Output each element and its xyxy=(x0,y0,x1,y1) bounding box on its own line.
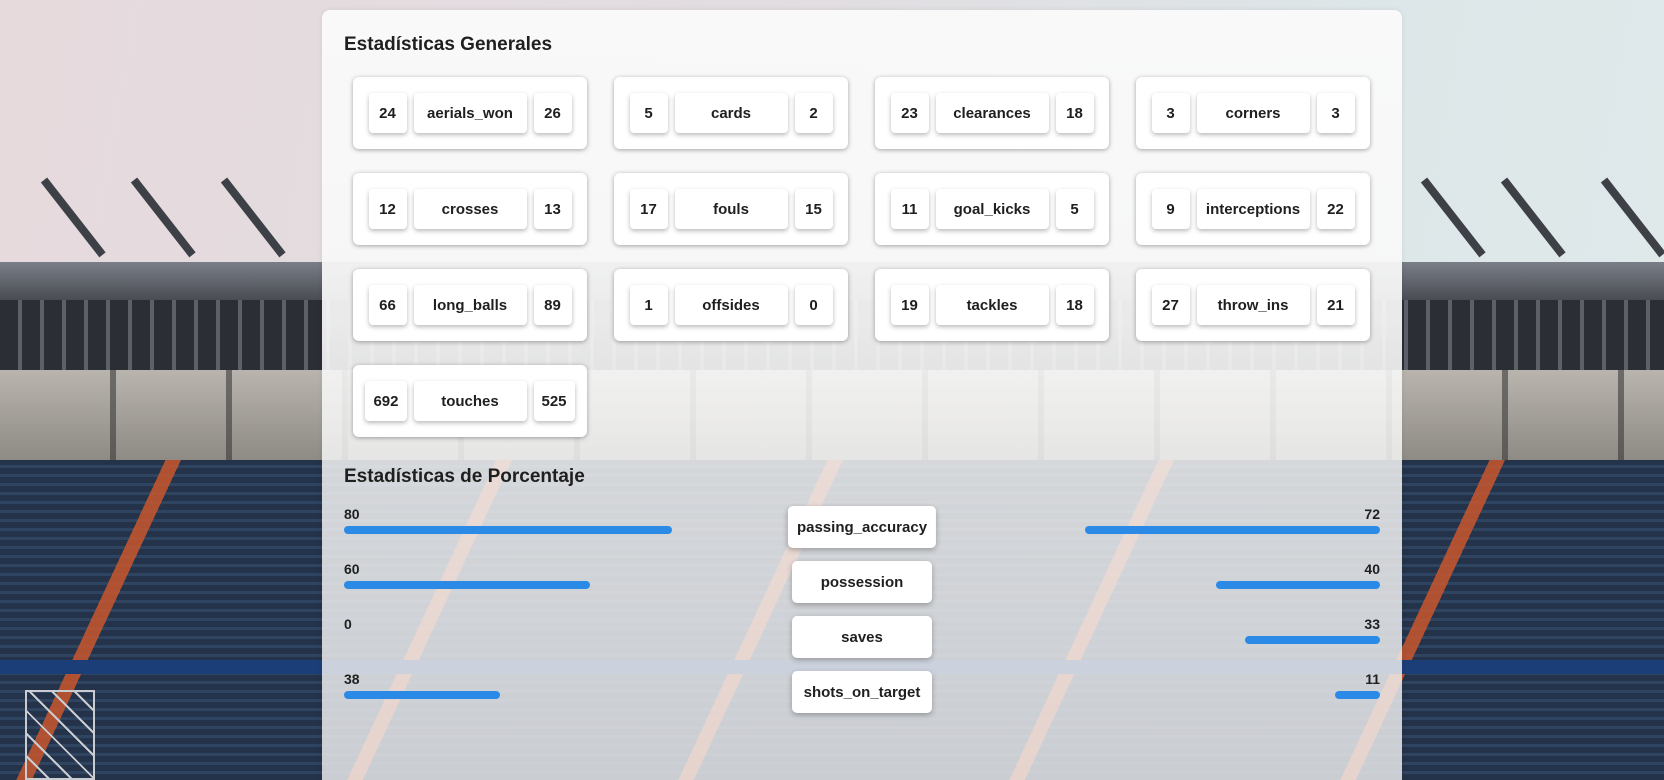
stat-label: goal_kicks xyxy=(935,189,1049,229)
stat-label: cards xyxy=(674,93,788,133)
stat-label: tackles xyxy=(935,285,1049,325)
home-value: 66 xyxy=(368,285,407,325)
home-percentage-bar xyxy=(344,691,500,699)
away-percentage-value: 33 xyxy=(1364,616,1380,632)
away-value: 22 xyxy=(1316,189,1355,229)
away-value: 15 xyxy=(794,189,833,229)
stat-label: corners xyxy=(1196,93,1310,133)
stat-card-fouls: 17 fouls 15 xyxy=(614,173,848,245)
pct-row-shots-on-target: 38 11 shots_on_target xyxy=(344,671,1380,715)
away-value: 21 xyxy=(1316,285,1355,325)
stats-panel: Estadísticas Generales 24 aerials_won 26 5 c… xyxy=(322,10,1402,780)
away-value: 89 xyxy=(533,285,572,325)
home-value: 24 xyxy=(368,93,407,133)
away-percentage-bar xyxy=(1334,691,1380,699)
percentage-stats-title: Estadísticas de Porcentaje xyxy=(344,466,585,487)
home-percentage-value: 0 xyxy=(344,616,352,632)
stat-card-tackles: 19 tackles 18 xyxy=(875,269,1109,341)
stat-label: touches xyxy=(413,381,527,421)
away-value: 0 xyxy=(794,285,833,325)
general-stats-grid: 24 aerials_won 26 5 cards 2 23 clearances 18 3 cor… xyxy=(353,77,1370,437)
home-value: 12 xyxy=(368,189,407,229)
stat-card-corners: 3 corners 3 xyxy=(1136,77,1370,149)
away-value: 5 xyxy=(1055,189,1094,229)
home-value: 692 xyxy=(365,381,407,421)
home-percentage-bar xyxy=(344,526,672,534)
away-percentage-bar xyxy=(1244,636,1380,644)
away-value: 18 xyxy=(1055,285,1094,325)
home-value: 11 xyxy=(890,189,929,229)
pct-row-possession: 60 40 possession xyxy=(344,561,1380,605)
home-value: 23 xyxy=(890,93,929,133)
stat-card-crosses: 12 crosses 13 xyxy=(353,173,587,245)
home-value: 19 xyxy=(890,285,929,325)
stat-label: offsides xyxy=(674,285,788,325)
stat-label: aerials_won xyxy=(413,93,527,133)
away-value: 2 xyxy=(794,93,833,133)
percentage-stat-label: saves xyxy=(792,616,932,658)
percentage-stat-label: possession xyxy=(792,561,932,603)
stat-card-aerials-won: 24 aerials_won 26 xyxy=(353,77,587,149)
stat-card-long-balls: 66 long_balls 89 xyxy=(353,269,587,341)
stat-label: long_balls xyxy=(413,285,527,325)
away-percentage-value: 72 xyxy=(1364,506,1380,522)
home-value: 17 xyxy=(629,189,668,229)
home-percentage-value: 60 xyxy=(344,561,360,577)
stat-card-cards: 5 cards 2 xyxy=(614,77,848,149)
stat-card-interceptions: 9 interceptions 22 xyxy=(1136,173,1370,245)
away-value: 13 xyxy=(533,189,572,229)
stat-label: interceptions xyxy=(1196,189,1310,229)
stat-card-clearances: 23 clearances 18 xyxy=(875,77,1109,149)
scaffold xyxy=(25,690,95,780)
home-percentage-bar xyxy=(344,581,590,589)
home-percentage-value: 38 xyxy=(344,671,360,687)
stat-label: clearances xyxy=(935,93,1049,133)
home-value: 27 xyxy=(1151,285,1190,325)
stat-card-touches: 692 touches 525 xyxy=(353,365,587,437)
percentage-stat-label: passing_accuracy xyxy=(787,506,937,548)
away-value: 26 xyxy=(533,93,572,133)
stat-label: throw_ins xyxy=(1196,285,1310,325)
home-value: 3 xyxy=(1151,93,1190,133)
home-percentage-value: 80 xyxy=(344,506,360,522)
stat-card-goal-kicks: 11 goal_kicks 5 xyxy=(875,173,1109,245)
away-value: 18 xyxy=(1055,93,1094,133)
home-value: 9 xyxy=(1151,189,1190,229)
away-percentage-bar xyxy=(1216,581,1380,589)
stat-card-throw-ins: 27 throw_ins 21 xyxy=(1136,269,1370,341)
home-value: 1 xyxy=(629,285,668,325)
home-value: 5 xyxy=(629,93,668,133)
general-stats-title: Estadísticas Generales xyxy=(344,34,553,55)
pct-row-saves: 0 33 saves xyxy=(344,616,1380,660)
away-value: 3 xyxy=(1316,93,1355,133)
away-percentage-value: 11 xyxy=(1365,671,1380,687)
stat-card-offsides: 1 offsides 0 xyxy=(614,269,848,341)
stat-label: fouls xyxy=(674,189,788,229)
away-value: 525 xyxy=(533,381,575,421)
away-percentage-value: 40 xyxy=(1364,561,1380,577)
pct-row-passing-accuracy: 80 72 passing_accuracy xyxy=(344,506,1380,550)
stat-label: crosses xyxy=(413,189,527,229)
percentage-stat-label: shots_on_target xyxy=(792,671,932,713)
away-percentage-bar xyxy=(1084,526,1380,534)
